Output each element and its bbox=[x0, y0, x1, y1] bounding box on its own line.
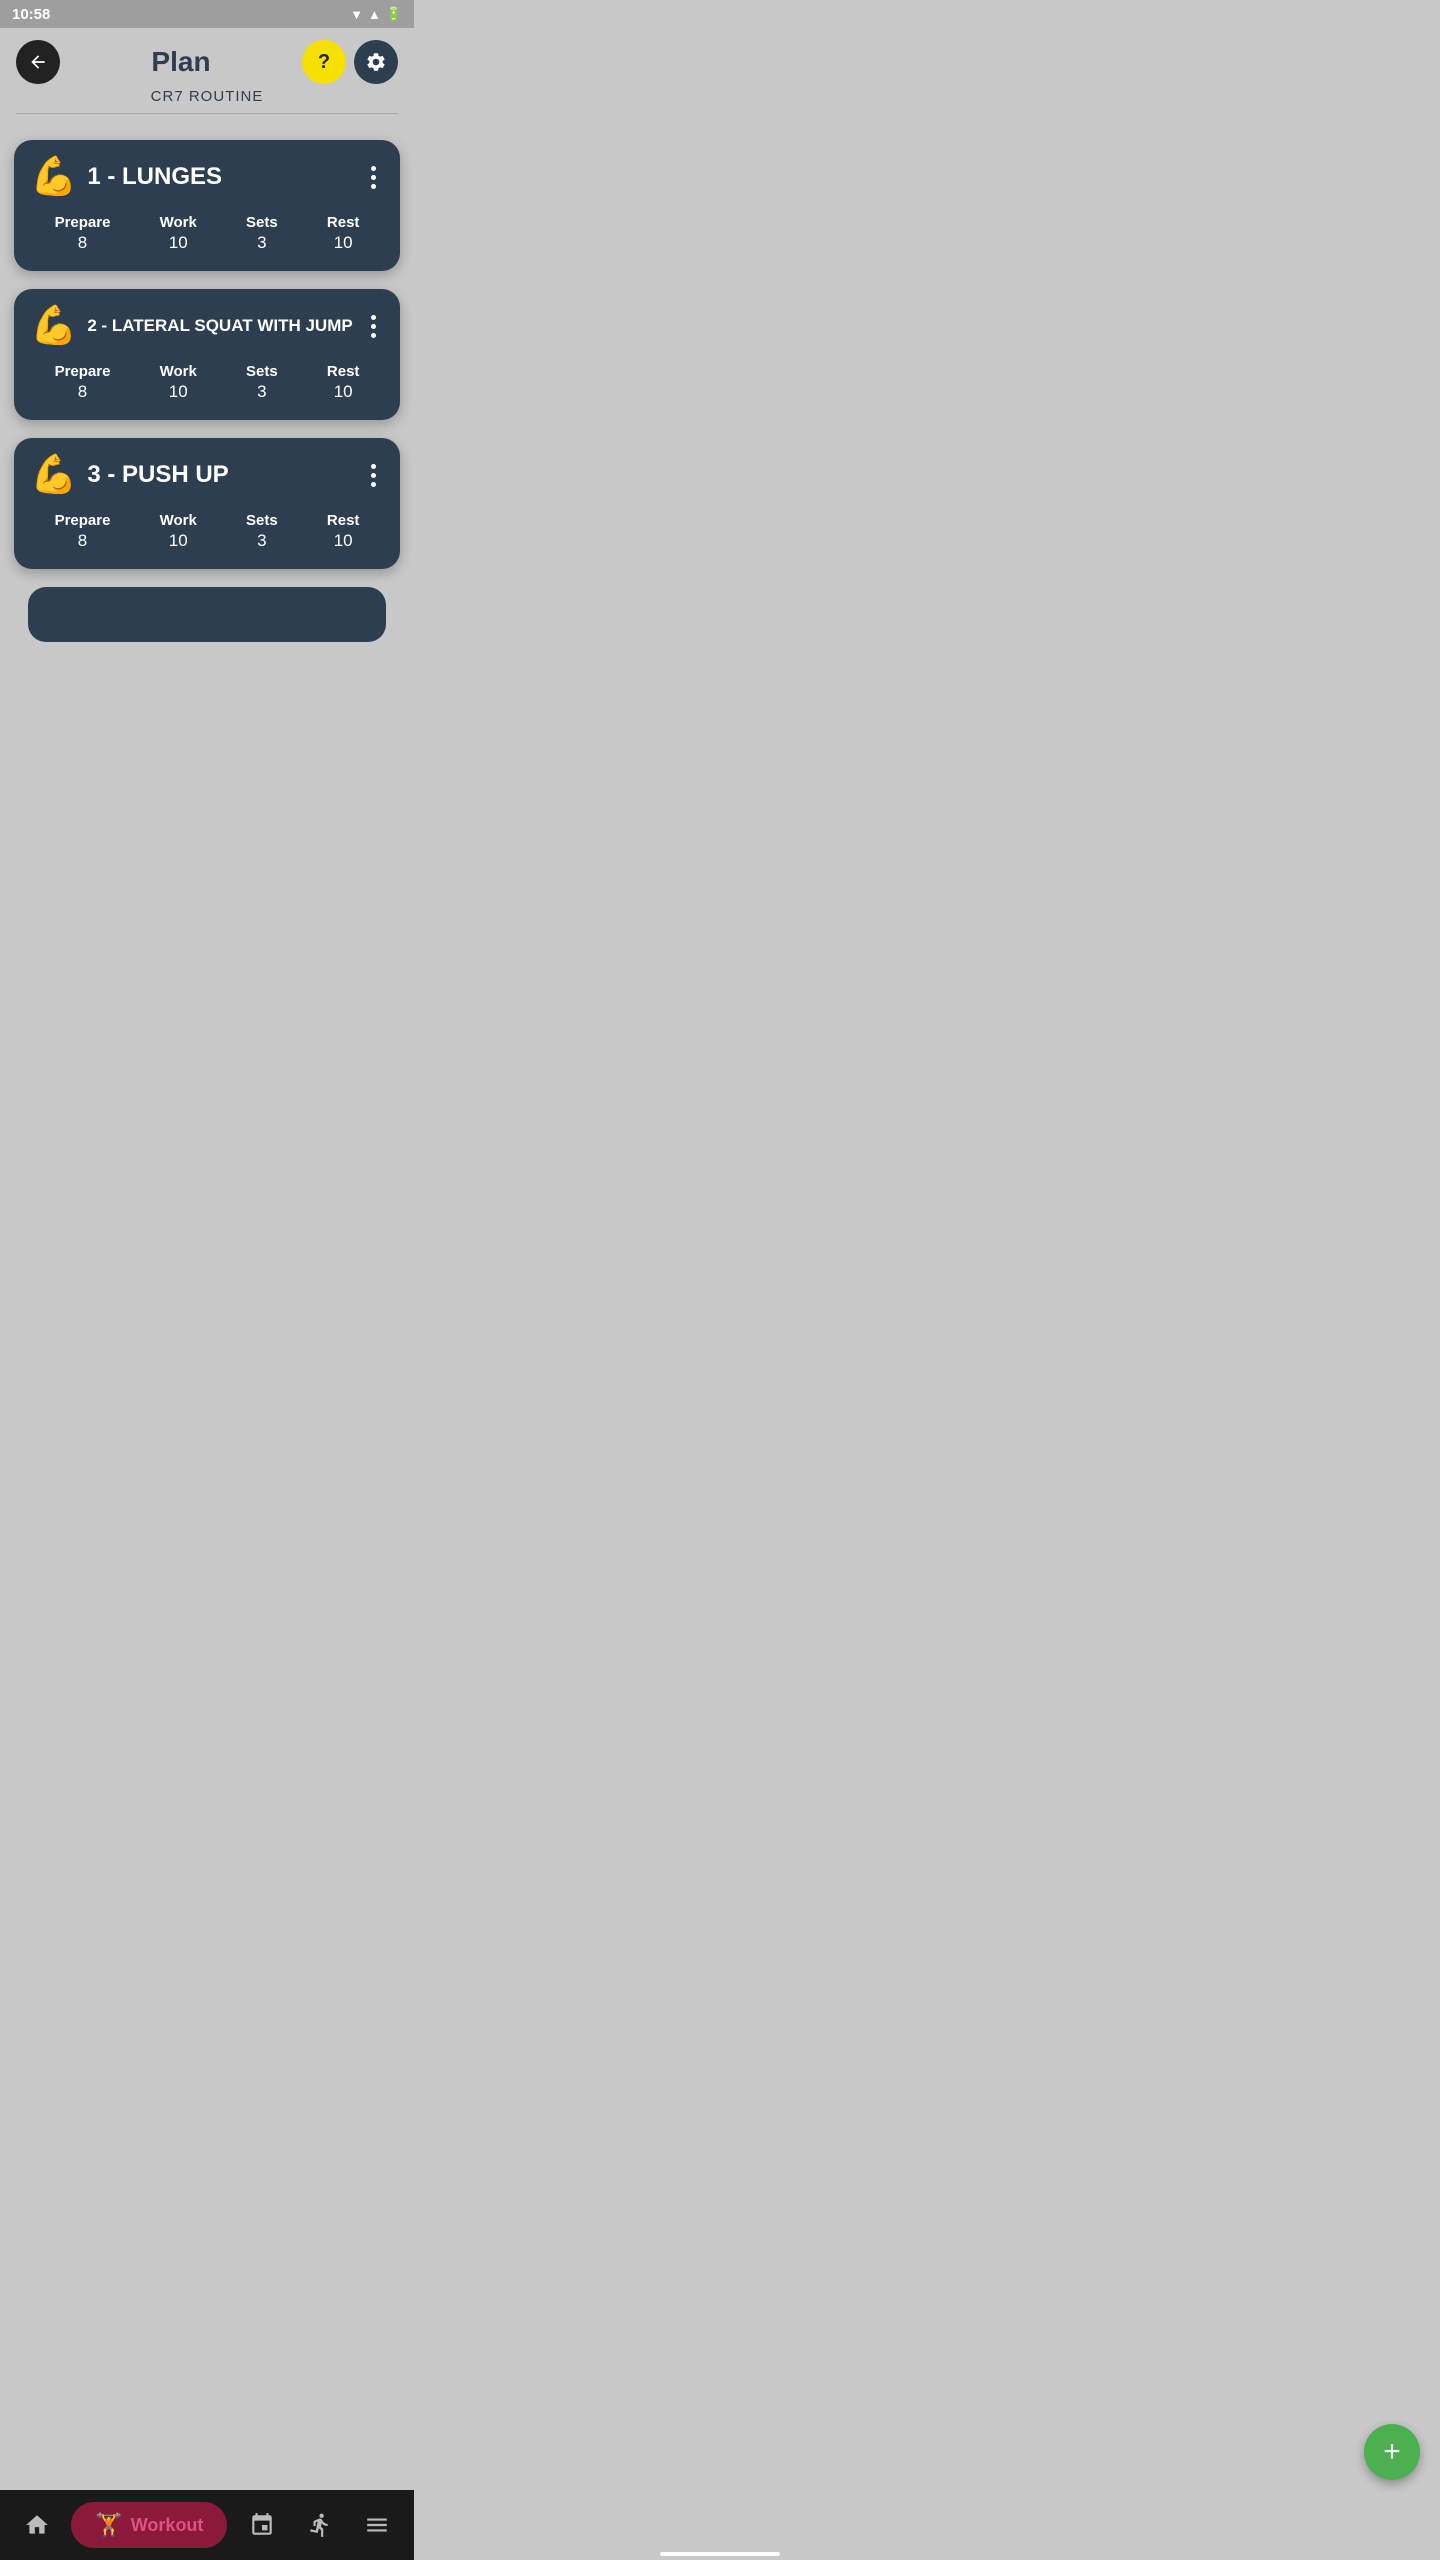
exercise-list: 💪 1 - LUNGES Prepare 8 Work 10 Sets 3 Re… bbox=[0, 122, 414, 732]
status-icons: ▼ ▲ 🔋 bbox=[350, 6, 402, 22]
exercise-menu-1[interactable] bbox=[363, 162, 384, 193]
partial-card bbox=[28, 587, 386, 642]
stat-sets-3: Sets 3 bbox=[246, 512, 278, 551]
exercise-name-3: 3 - PUSH UP bbox=[87, 461, 228, 489]
routine-subtitle: CR7 ROUTINE bbox=[151, 88, 264, 105]
nav-home[interactable] bbox=[14, 2506, 60, 2544]
home-icon bbox=[24, 2512, 50, 2538]
workout-icon: 🏋️ bbox=[95, 2512, 122, 2538]
stat-sets-2: Sets 3 bbox=[246, 363, 278, 402]
back-icon bbox=[28, 52, 48, 72]
stat-work-1: Work 10 bbox=[160, 214, 197, 253]
exercise-card-3: 💪 3 - PUSH UP Prepare 8 Work 10 Sets 3 R… bbox=[14, 438, 400, 569]
calendar-icon bbox=[249, 2512, 275, 2538]
exercise-menu-3[interactable] bbox=[363, 460, 384, 491]
stat-rest-2: Rest 10 bbox=[327, 363, 360, 402]
stat-prepare-1: Prepare 8 bbox=[55, 214, 111, 253]
exercise-emoji-2: 💪 bbox=[30, 307, 77, 345]
exercise-name-1: 1 - LUNGES bbox=[87, 163, 222, 191]
stat-prepare-2: Prepare 8 bbox=[55, 363, 111, 402]
stat-prepare-3: Prepare 8 bbox=[55, 512, 111, 551]
menu-icon bbox=[364, 2512, 390, 2538]
exercise-emoji-3: 💪 bbox=[30, 456, 77, 494]
status-bar: 10:58 ▼ ▲ 🔋 bbox=[0, 0, 414, 28]
settings-button[interactable] bbox=[354, 40, 398, 84]
signal-icon: ▲ bbox=[368, 7, 381, 22]
settings-icon bbox=[365, 51, 387, 73]
status-time: 10:58 bbox=[12, 6, 50, 23]
nav-calendar[interactable] bbox=[239, 2506, 285, 2544]
exercise-card-2: 💪 2 - LATERAL SQUAT WITH JUMP Prepare 8 … bbox=[14, 289, 400, 420]
activity-icon bbox=[307, 2512, 333, 2538]
stat-rest-1: Rest 10 bbox=[327, 214, 360, 253]
home-indicator bbox=[660, 2552, 780, 2556]
header: Plan ? CR7 ROUTINE bbox=[0, 28, 414, 122]
stat-sets-1: Sets 3 bbox=[246, 214, 278, 253]
header-actions: ? bbox=[302, 40, 398, 84]
help-button[interactable]: ? bbox=[302, 40, 346, 84]
stat-rest-3: Rest 10 bbox=[327, 512, 360, 551]
page-title: Plan bbox=[151, 46, 210, 78]
exercise-name-2: 2 - LATERAL SQUAT WITH JUMP bbox=[87, 316, 352, 336]
add-exercise-fab[interactable]: + bbox=[1364, 2424, 1420, 2480]
battery-icon: 🔋 bbox=[386, 6, 402, 22]
exercise-menu-2[interactable] bbox=[363, 311, 384, 342]
exercise-emoji-1: 💪 bbox=[30, 158, 77, 196]
bottom-navigation: 🏋️ Workout bbox=[0, 2490, 414, 2560]
exercise-card-1: 💪 1 - LUNGES Prepare 8 Work 10 Sets 3 Re… bbox=[14, 140, 400, 271]
wifi-icon: ▼ bbox=[350, 7, 363, 22]
nav-workout[interactable]: 🏋️ Workout bbox=[71, 2502, 227, 2548]
header-divider bbox=[16, 113, 398, 114]
nav-menu[interactable] bbox=[354, 2506, 400, 2544]
stat-work-2: Work 10 bbox=[160, 363, 197, 402]
nav-activity[interactable] bbox=[297, 2506, 343, 2544]
stat-work-3: Work 10 bbox=[160, 512, 197, 551]
back-button[interactable] bbox=[16, 40, 60, 84]
workout-label: Workout bbox=[131, 2515, 204, 2536]
